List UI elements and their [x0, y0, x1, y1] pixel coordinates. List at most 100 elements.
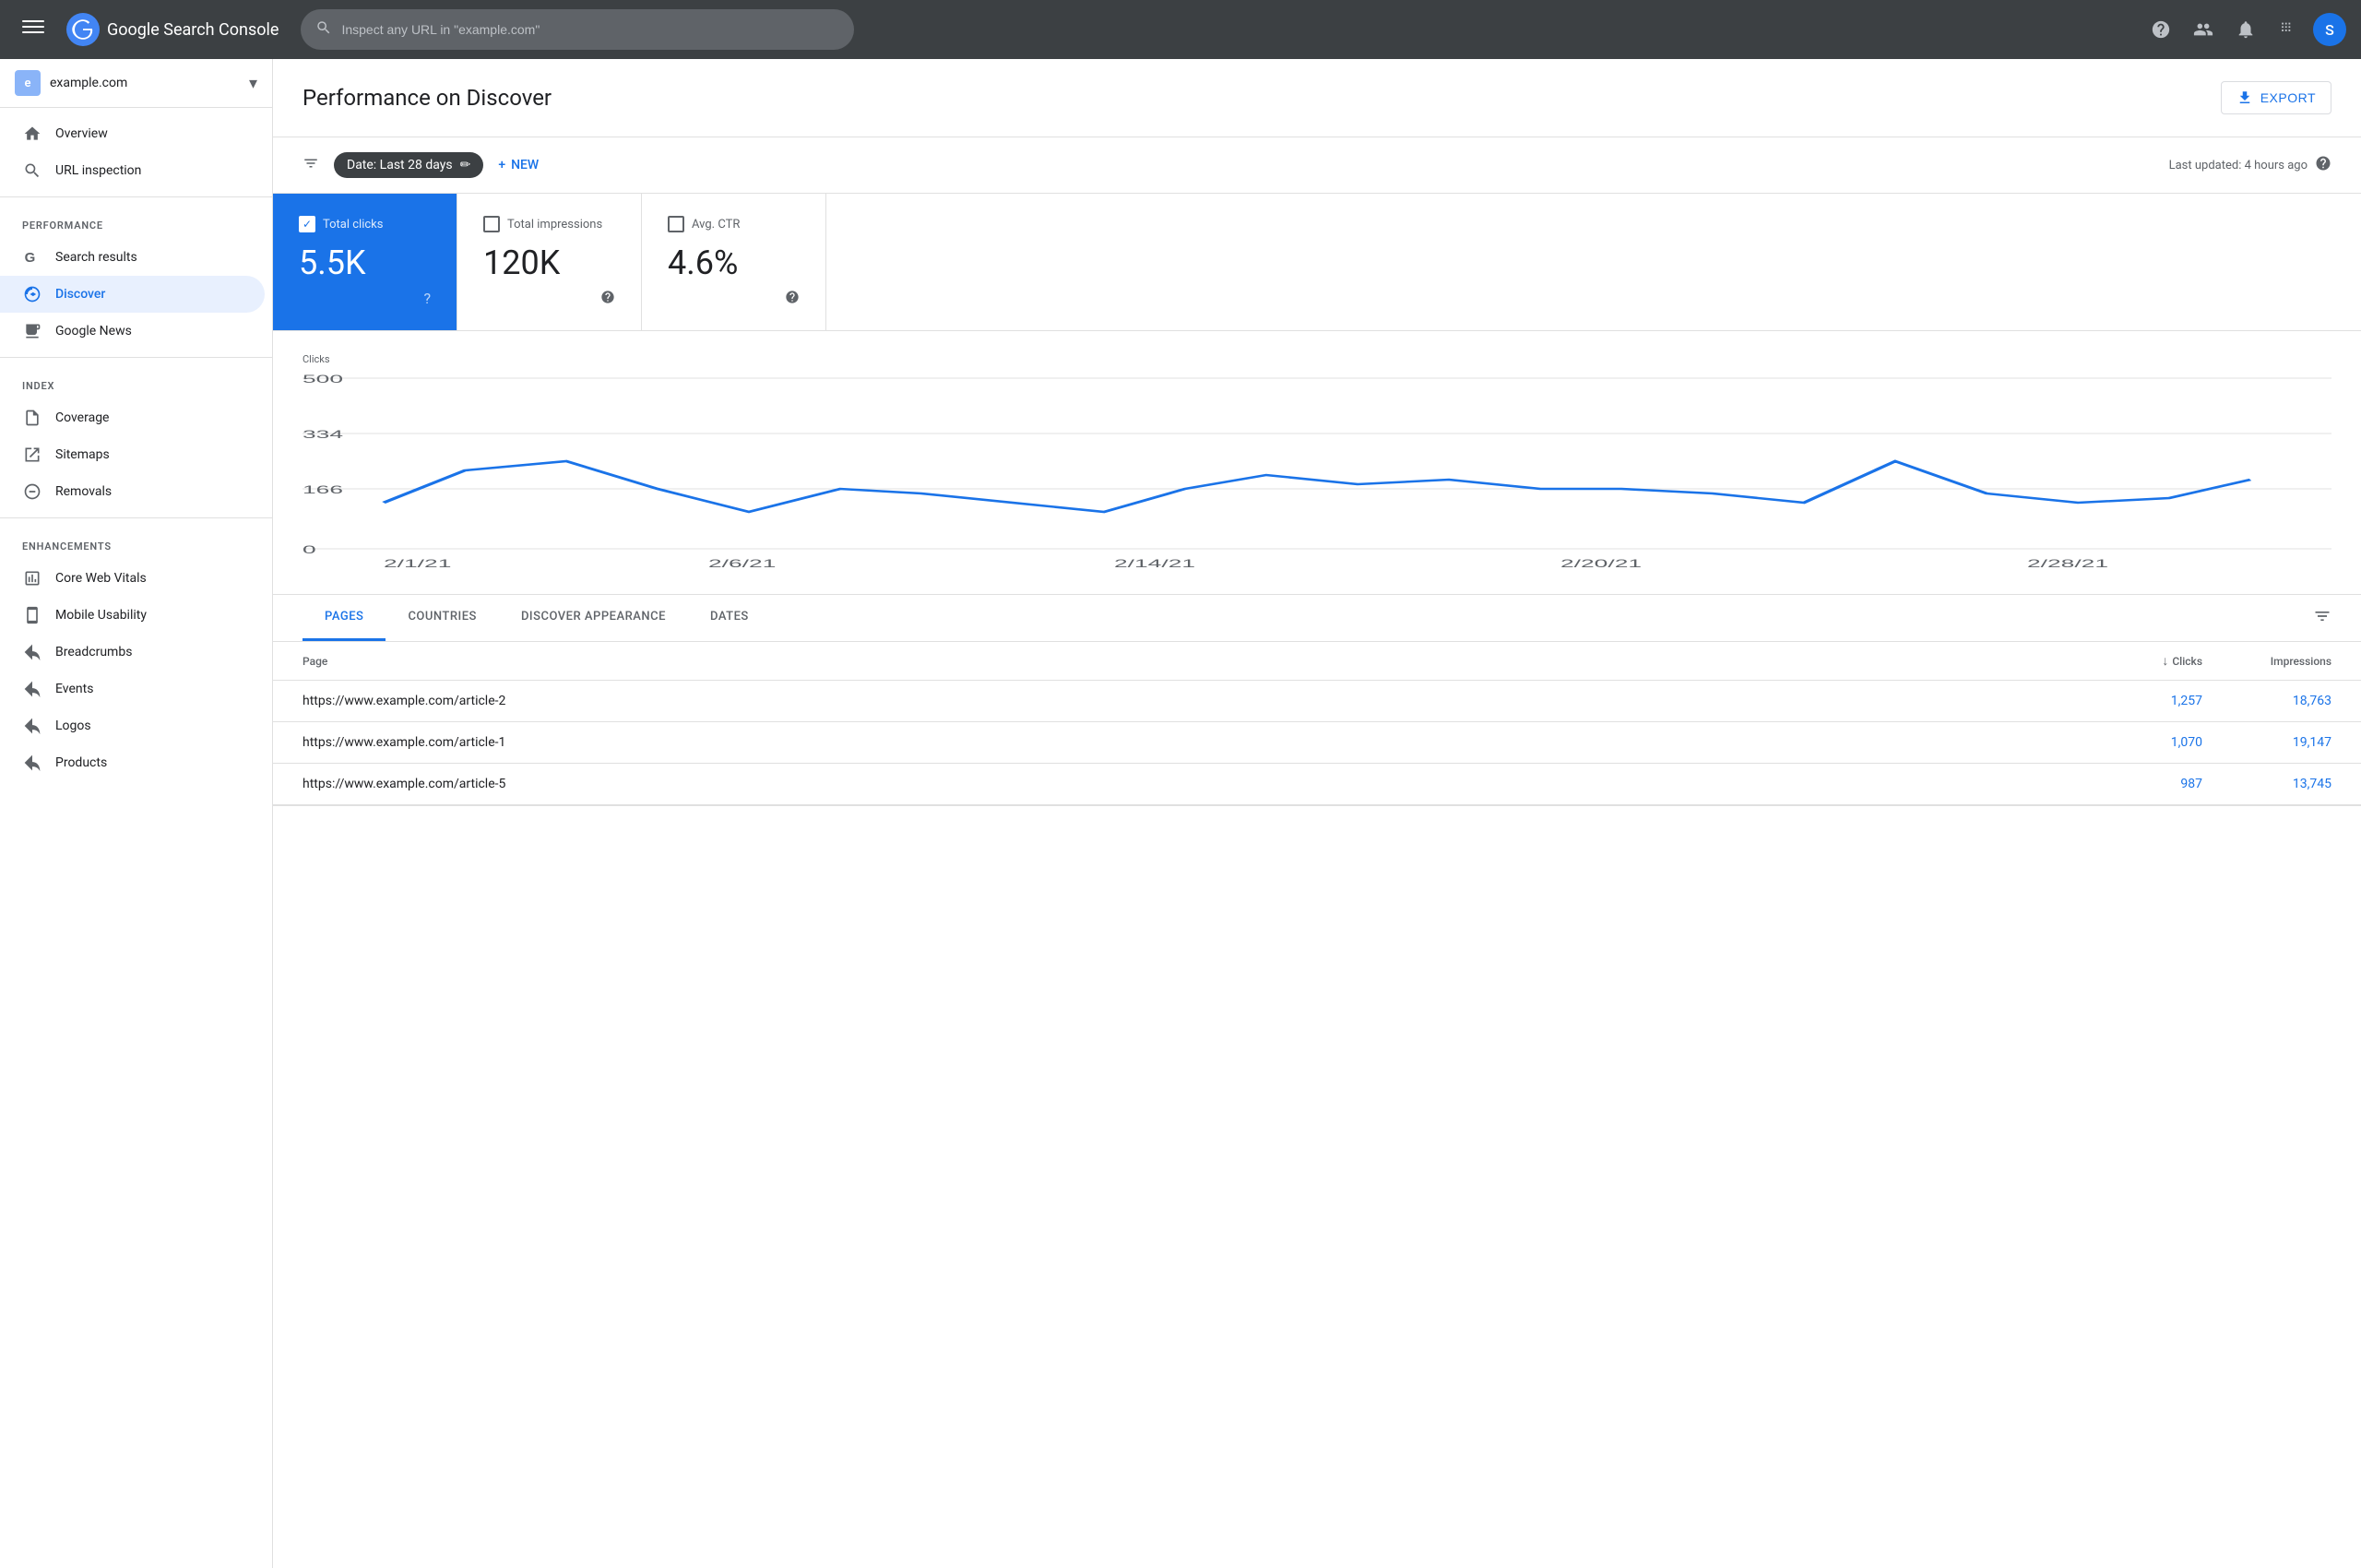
data-table: Page ↓ Clicks Impressions https://www.ex…: [273, 642, 2361, 805]
sidebar-item-sitemaps[interactable]: Sitemaps: [0, 436, 265, 473]
tab-discover-appearance[interactable]: DISCOVER APPEARANCE: [499, 595, 688, 641]
main-layout: e example.com ▾ Overview URL inspection: [0, 59, 2361, 1568]
tab-pages[interactable]: PAGES: [303, 595, 386, 641]
sidebar-label-discover: Discover: [55, 287, 105, 302]
filter-icon: [303, 155, 319, 176]
metric-checkbox-impressions: [483, 216, 500, 232]
cell-page-2: https://www.example.com/article-1: [303, 735, 2073, 750]
user-management-icon[interactable]: [2186, 12, 2221, 47]
svg-text:2/14/21: 2/14/21: [1114, 557, 1195, 569]
cell-clicks-2: 1,070: [2073, 735, 2202, 750]
sidebar-item-discover[interactable]: Discover: [0, 276, 265, 313]
sidebar-label-removals: Removals: [55, 484, 112, 499]
sidebar-item-breadcrumbs[interactable]: Breadcrumbs: [0, 634, 265, 671]
metric-card-avg-ctr[interactable]: Avg. CTR 4.6%: [642, 194, 826, 330]
topnav: Google Search Console S: [0, 0, 2361, 59]
breadcrumbs-icon: [22, 643, 42, 661]
sidebar-item-coverage[interactable]: Coverage: [0, 399, 265, 436]
mobile-icon: [22, 606, 42, 624]
sidebar-item-core-web-vitals[interactable]: Core Web Vitals: [0, 560, 265, 597]
table-row[interactable]: https://www.example.com/article-2 1,257 …: [273, 681, 2361, 722]
col-header-impressions[interactable]: Impressions: [2202, 655, 2331, 668]
tab-pages-label: PAGES: [325, 610, 363, 624]
cell-impressions-1: 18,763: [2202, 694, 2331, 708]
google-logo-icon: [66, 13, 100, 46]
app-logo: Google Search Console: [66, 13, 279, 46]
metric-help-ctr[interactable]: [785, 290, 800, 308]
property-selector[interactable]: e example.com ▾: [0, 59, 272, 108]
tab-dates-label: DATES: [710, 610, 749, 624]
google-g-icon: G: [22, 248, 42, 267]
chart-svg: 500 334 166 0 2/1/21 2/6/21 2/14/21 2/20…: [303, 369, 2331, 572]
sidebar-label-core-web-vitals: Core Web Vitals: [55, 571, 147, 586]
table-row[interactable]: https://www.example.com/article-5 987 13…: [273, 764, 2361, 805]
svg-text:2/28/21: 2/28/21: [2027, 557, 2108, 569]
metric-label-clicks: Total clicks: [323, 218, 383, 232]
sidebar-item-overview[interactable]: Overview: [0, 115, 265, 152]
metric-card-total-clicks[interactable]: ✓ Total clicks 5.5K ?: [273, 194, 457, 330]
sidebar-item-products[interactable]: Products: [0, 744, 265, 781]
url-search-input[interactable]: [341, 22, 839, 37]
main-content: Performance on Discover EXPORT Date: Las…: [273, 59, 2361, 1568]
user-avatar[interactable]: S: [2313, 13, 2346, 46]
sidebar-label-logos: Logos: [55, 719, 91, 733]
tab-countries[interactable]: COUNTRIES: [386, 595, 499, 641]
svg-text:2/6/21: 2/6/21: [708, 557, 776, 569]
tab-dates[interactable]: DATES: [688, 595, 771, 641]
metric-label-impressions: Total impressions: [507, 218, 602, 232]
new-filter-button[interactable]: + NEW: [498, 158, 539, 172]
metric-checkbox-clicks: ✓: [299, 216, 315, 232]
help-icon[interactable]: [2143, 12, 2178, 47]
chevron-down-icon: ▾: [249, 74, 257, 93]
filter-bar: Date: Last 28 days ✏ + NEW Last updated:…: [273, 137, 2361, 194]
cell-page-3: https://www.example.com/article-5: [303, 777, 2073, 791]
chart-y-label: Clicks: [303, 353, 2331, 365]
sitemaps-icon: [22, 445, 42, 464]
svg-text:334: 334: [303, 428, 343, 440]
main-header: Performance on Discover EXPORT: [273, 59, 2361, 137]
col-header-clicks[interactable]: ↓ Clicks: [2073, 653, 2202, 669]
export-button[interactable]: EXPORT: [2221, 81, 2331, 114]
news-icon: [22, 322, 42, 340]
date-filter-chip[interactable]: Date: Last 28 days ✏: [334, 152, 483, 178]
svg-text:500: 500: [303, 373, 343, 385]
sidebar-item-mobile-usability[interactable]: Mobile Usability: [0, 597, 265, 634]
metric-footer-clicks: ?: [299, 290, 431, 307]
apps-grid-icon[interactable]: [2271, 12, 2306, 47]
sidebar-item-logos[interactable]: Logos: [0, 707, 265, 744]
sidebar-divider-1: [0, 196, 272, 197]
sort-down-icon: ↓: [2162, 653, 2168, 669]
products-icon: [22, 754, 42, 772]
notifications-icon[interactable]: [2228, 12, 2263, 47]
cell-impressions-2: 19,147: [2202, 735, 2331, 750]
sidebar-item-search-results[interactable]: G Search results: [0, 239, 265, 276]
metric-card-total-impressions[interactable]: Total impressions 120K: [457, 194, 642, 330]
table-header: Page ↓ Clicks Impressions: [273, 642, 2361, 681]
sidebar-item-url-inspection[interactable]: URL inspection: [0, 152, 265, 189]
cell-clicks-3: 987: [2073, 777, 2202, 791]
url-search-bar[interactable]: [301, 9, 854, 50]
metrics-row: ✓ Total clicks 5.5K ? Total impressions …: [273, 194, 2361, 331]
removals-icon: [22, 482, 42, 501]
table-filter-icon[interactable]: [2313, 607, 2331, 630]
sidebar-item-google-news[interactable]: Google News: [0, 313, 265, 350]
chart-container: 500 334 166 0 2/1/21 2/6/21 2/14/21 2/20…: [303, 369, 2331, 572]
url-inspect-icon: [22, 161, 42, 180]
metric-value-ctr: 4.6%: [668, 244, 800, 282]
sidebar-label-breadcrumbs: Breadcrumbs: [55, 645, 132, 659]
sidebar-item-events[interactable]: Events: [0, 671, 265, 707]
sidebar-label-coverage: Coverage: [55, 410, 109, 425]
page-title: Performance on Discover: [303, 85, 552, 111]
section-label-enhancements: Enhancements: [0, 526, 272, 560]
new-filter-label: NEW: [511, 158, 539, 172]
metric-help-impressions[interactable]: [600, 290, 615, 308]
sidebar-item-removals[interactable]: Removals: [0, 473, 265, 510]
help-circle-icon[interactable]: [2315, 155, 2331, 175]
metric-help-clicks[interactable]: ?: [423, 290, 431, 307]
tab-countries-label: COUNTRIES: [408, 610, 477, 624]
sidebar-label-mobile-usability: Mobile Usability: [55, 608, 147, 623]
menu-icon[interactable]: [15, 8, 52, 51]
table-row[interactable]: https://www.example.com/article-1 1,070 …: [273, 722, 2361, 764]
vitals-icon: [22, 569, 42, 588]
sidebar-divider-2: [0, 357, 272, 358]
